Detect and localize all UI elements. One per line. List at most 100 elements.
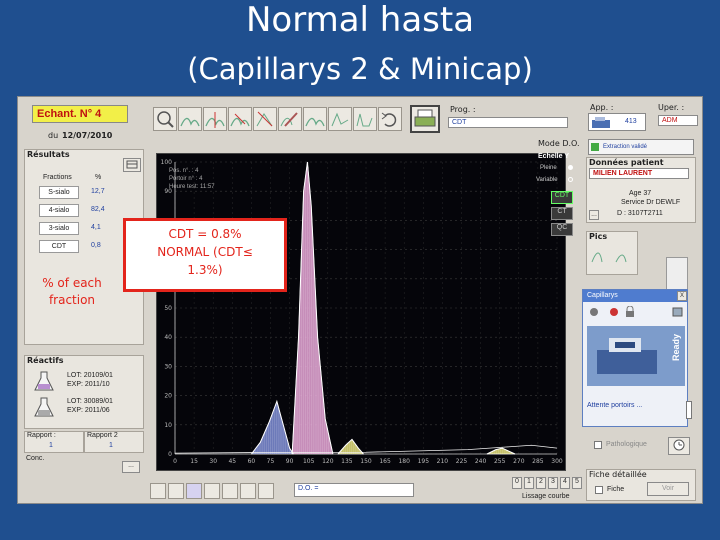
conc-label: Conc.: [26, 455, 45, 462]
sample-number-box[interactable]: Echant. N° 4: [32, 105, 128, 123]
smoothing-option[interactable]: 4: [560, 477, 570, 489]
uper-field[interactable]: ADM: [658, 115, 698, 126]
results-title: Résultats: [27, 150, 70, 159]
lock-icon[interactable]: [623, 306, 637, 318]
smoothing-option[interactable]: 3: [548, 477, 558, 489]
col-fractions: Fractions: [43, 174, 72, 181]
peak-thumbnail-icon[interactable]: [590, 244, 610, 264]
side-scrollbar[interactable]: [686, 401, 692, 419]
radio-selected[interactable]: [568, 165, 573, 170]
fraction-value: 12,7: [91, 188, 105, 195]
x-tick-label: 90: [286, 458, 294, 465]
prog-field[interactable]: CDT: [448, 117, 568, 128]
patient-name[interactable]: MILIEN LAURENT: [589, 168, 689, 179]
undo-glyph: [381, 112, 397, 127]
fraction-label[interactable]: 3-sialo: [39, 222, 79, 235]
peak-split-icon[interactable]: [203, 107, 227, 131]
x-tick-label: 30: [209, 458, 217, 465]
slide-title: Normal hasta: [245, 0, 475, 40]
scale-title: Echelle Y: [538, 153, 570, 160]
prog-label: Prog. :: [450, 105, 476, 114]
x-tick-label: 0: [173, 458, 177, 465]
zoom-icon-glyph: [157, 111, 174, 128]
print-icon[interactable]: [410, 105, 440, 133]
pathologique-checkbox[interactable]: [594, 441, 602, 449]
rescale-icon[interactable]: [253, 107, 277, 131]
curve-icon[interactable]: [303, 107, 327, 131]
app-field[interactable]: 413: [588, 113, 646, 131]
dialog-title: Capillarys: [587, 292, 618, 299]
analyzer-icon: [592, 117, 610, 128]
fraction-label[interactable]: S-sialo: [39, 186, 79, 199]
integration-icon[interactable]: [353, 107, 377, 131]
pics-panel: Pics: [586, 231, 638, 275]
tab-cdt[interactable]: CDT: [551, 191, 573, 204]
plot-info-portoir: Portoir n° : 4: [169, 176, 203, 182]
nav-icon[interactable]: [204, 483, 220, 499]
fraction-label[interactable]: CDT: [39, 240, 79, 253]
patient-id: D : 3107T2711: [617, 210, 663, 217]
x-tick-label: 150: [360, 458, 372, 465]
undo-icon[interactable]: [378, 107, 402, 131]
smoothing-option[interactable]: 5: [572, 477, 582, 489]
tab-qc[interactable]: QC: [551, 223, 573, 236]
peak-thumbnail-icon[interactable]: [614, 244, 634, 264]
nav-icon[interactable]: [186, 483, 202, 499]
integration-glyph: [356, 113, 373, 127]
peak-delete-icon[interactable]: [228, 107, 252, 131]
edit-icon[interactable]: [671, 306, 685, 318]
sample-date-prefix: du: [48, 131, 59, 140]
clock-icon[interactable]: [668, 437, 690, 455]
fraction-peak-cdt: [486, 447, 516, 455]
rapport2-value[interactable]: 1: [109, 442, 113, 449]
reagent-exp: EXP: 2011/06: [67, 407, 110, 414]
edit-glyph: [280, 112, 298, 127]
fiche-checkbox[interactable]: [595, 486, 603, 494]
peak-split-glyph: [205, 112, 225, 128]
nav-icon[interactable]: [258, 483, 274, 499]
close-button[interactable]: X: [677, 291, 687, 301]
gear-icon[interactable]: [587, 306, 601, 318]
x-tick-label: 45: [228, 458, 236, 465]
patient-more-button[interactable]: ...: [589, 210, 599, 220]
scale-option-pleine[interactable]: Pleine: [540, 165, 557, 171]
pics-title: Pics: [589, 232, 608, 241]
fiche-view-button[interactable]: Voir: [647, 482, 689, 496]
y-tick-label: 0: [168, 451, 172, 458]
nav-icon[interactable]: [150, 483, 166, 499]
peak-add-icon[interactable]: [178, 107, 202, 131]
conc-more-button[interactable]: ...: [122, 461, 140, 473]
do-field[interactable]: D.O. =: [294, 483, 414, 497]
nav-icon[interactable]: [168, 483, 184, 499]
x-tick-label: 270: [513, 458, 525, 465]
results-detail-button[interactable]: [123, 158, 141, 172]
baseline-icon[interactable]: [328, 107, 352, 131]
edit-icon[interactable]: [278, 107, 302, 131]
x-tick-label: 75: [267, 458, 275, 465]
zoom-icon[interactable]: [153, 107, 177, 131]
check-icon: [591, 143, 599, 151]
scale-option-variable[interactable]: Variable: [536, 177, 558, 183]
smoothing-option[interactable]: 1: [524, 477, 534, 489]
x-tick-label: 240: [475, 458, 487, 465]
rapport1-value[interactable]: 1: [49, 442, 53, 449]
radio-unselected[interactable]: [568, 177, 573, 182]
table-icon: [126, 160, 138, 169]
patient-age: Age 37: [629, 190, 652, 197]
record-icon[interactable]: [607, 306, 621, 318]
smoothing-option[interactable]: 0: [512, 477, 522, 489]
rapport2-label: Rapport 2: [87, 432, 118, 439]
smoothing-option[interactable]: 2: [536, 477, 546, 489]
note-line: fraction: [48, 293, 96, 307]
app-label: App. :: [590, 103, 614, 112]
clock-glyph: [673, 439, 685, 451]
print-glyph: [414, 109, 436, 127]
fraction-label[interactable]: 4-sialo: [39, 204, 79, 217]
patient-service: Service Dr DEWLF: [621, 199, 681, 206]
tab-ct[interactable]: CT: [551, 207, 573, 220]
uper-label: Uper. :: [658, 103, 685, 112]
nav-icon[interactable]: [240, 483, 256, 499]
x-tick-label: 135: [341, 458, 353, 465]
nav-icon[interactable]: [222, 483, 238, 499]
pathologique-label: Pathologique: [606, 441, 647, 448]
